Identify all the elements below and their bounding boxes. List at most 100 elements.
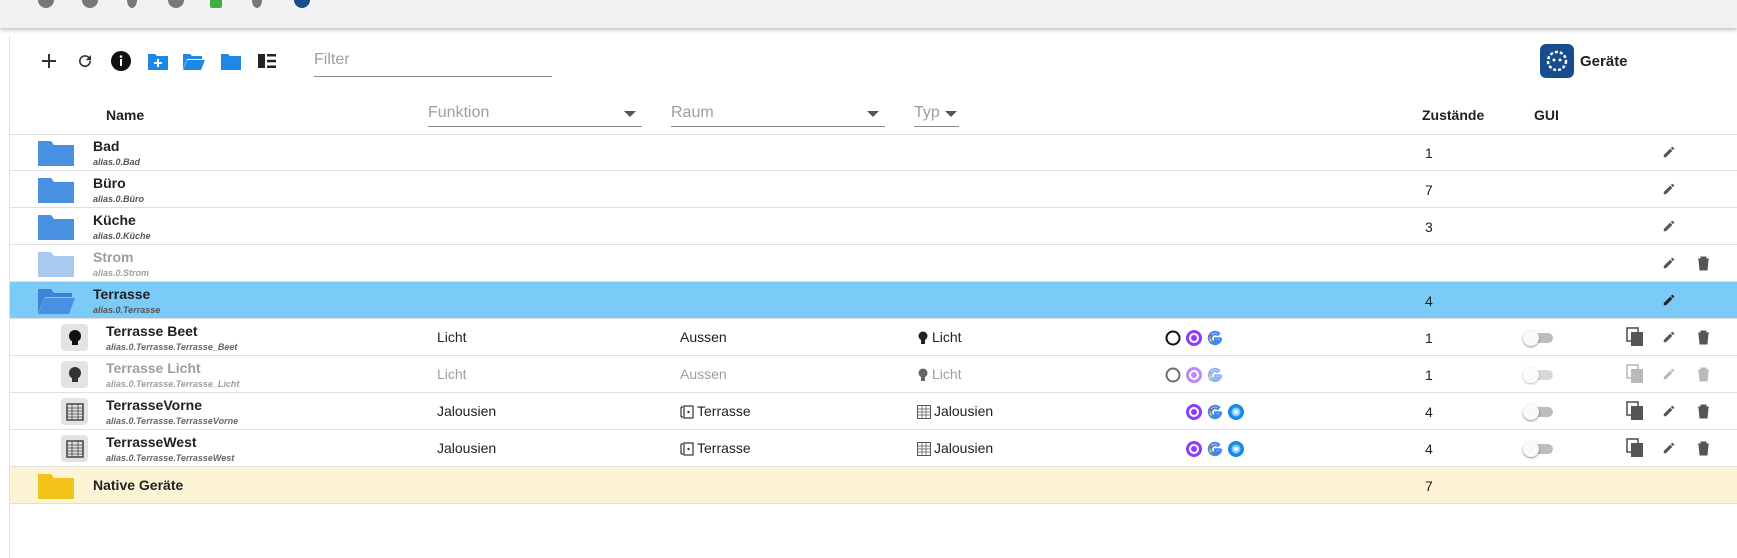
pencil-icon xyxy=(1663,294,1675,306)
alexa-icon[interactable] xyxy=(1186,367,1202,383)
device-row[interactable]: TerrasseWest alias.0.Terrasse.TerrasseWe… xyxy=(10,430,1737,467)
gui-toggle[interactable] xyxy=(1523,441,1555,457)
gui-toggle[interactable] xyxy=(1523,330,1555,346)
edit-button[interactable] xyxy=(1660,180,1678,198)
lightbulb-icon xyxy=(61,361,88,388)
folder-title: Native Geräte xyxy=(93,477,184,493)
refresh-button[interactable] xyxy=(72,48,98,74)
blinds-icon xyxy=(61,398,88,425)
folder-title: Büro xyxy=(93,175,126,191)
folder-row[interactable]: Bad alias.0.Bad 1 xyxy=(10,134,1737,171)
plugin-icon[interactable] xyxy=(210,0,222,8)
material-service-icon[interactable] xyxy=(1228,404,1244,420)
column-zustaende: Zustände xyxy=(1422,107,1485,123)
folder-title: Bad xyxy=(93,138,120,154)
pencil-icon xyxy=(1663,220,1675,232)
device-row[interactable]: Terrasse Beet alias.0.Terrasse.Terrasse_… xyxy=(10,319,1737,356)
alexa-icon[interactable] xyxy=(1186,404,1202,420)
trash-icon xyxy=(1697,367,1709,381)
iobroker-logo-icon xyxy=(294,0,310,8)
edit-button[interactable] xyxy=(1660,328,1678,346)
native-devices-row[interactable]: Native Geräte 7 xyxy=(10,467,1737,504)
folder-id: alias.0.Küche xyxy=(93,231,151,241)
lightbulb-icon xyxy=(918,331,928,345)
folder-add-icon xyxy=(148,54,168,70)
state-count: 1 xyxy=(1425,367,1433,383)
google-icon[interactable] xyxy=(1207,367,1223,383)
funktion-filter-select[interactable]: Funktion xyxy=(428,100,642,127)
edit-button[interactable] xyxy=(1660,291,1678,309)
expert-icon[interactable] xyxy=(252,0,262,8)
info-button[interactable] xyxy=(108,48,134,74)
device-id: alias.0.Terrasse.TerrasseVorne xyxy=(106,416,239,426)
pencil-icon xyxy=(1663,368,1675,380)
plus-icon xyxy=(42,54,56,68)
folder-id: alias.0.Terrasse xyxy=(93,305,161,315)
alexa-icon[interactable] xyxy=(1186,330,1202,346)
device-row[interactable]: TerrasseVorne alias.0.Terrasse.TerrasseV… xyxy=(10,393,1737,430)
google-icon[interactable] xyxy=(1207,330,1223,346)
google-icon[interactable] xyxy=(1207,441,1223,457)
edit-button[interactable] xyxy=(1660,254,1678,272)
voice-assistant-ring-icon[interactable] xyxy=(1165,330,1181,346)
device-typ: Licht xyxy=(932,329,962,345)
lightbulb-icon xyxy=(918,368,928,382)
folder-row[interactable]: Strom alias.0.Strom xyxy=(10,245,1737,282)
expand-all-button[interactable] xyxy=(181,48,207,74)
add-folder-button[interactable] xyxy=(145,48,171,74)
delete-button[interactable] xyxy=(1694,328,1712,346)
material-service-icon[interactable] xyxy=(1228,441,1244,457)
edit-button[interactable] xyxy=(1660,365,1678,383)
device-raum: Terrasse xyxy=(697,403,751,419)
delete-button[interactable] xyxy=(1694,254,1712,272)
settings-icon[interactable] xyxy=(168,0,184,8)
blinds-icon xyxy=(917,442,931,457)
blinds-icon xyxy=(61,435,88,462)
add-device-button[interactable] xyxy=(36,48,62,74)
device-row[interactable]: Terrasse Licht alias.0.Terrasse.Terrasse… xyxy=(10,356,1737,393)
delete-button[interactable] xyxy=(1694,365,1712,383)
wrench-icon[interactable] xyxy=(127,0,137,8)
edit-button[interactable] xyxy=(1660,439,1678,457)
gui-toggle[interactable] xyxy=(1523,367,1555,383)
column-name: Name xyxy=(106,107,145,123)
state-count: 4 xyxy=(1425,404,1433,420)
folder-icon xyxy=(38,474,74,499)
edit-button[interactable] xyxy=(1660,217,1678,235)
folder-row[interactable]: Büro alias.0.Büro 7 xyxy=(10,171,1737,208)
copy-icon xyxy=(1626,438,1643,457)
app-top-bar xyxy=(0,0,1737,28)
gui-toggle[interactable] xyxy=(1523,404,1555,420)
view-toggle-button[interactable] xyxy=(254,48,280,74)
copy-icon xyxy=(1626,327,1643,346)
room-icon xyxy=(680,405,694,419)
filter-input[interactable] xyxy=(314,44,552,77)
typ-filter-select[interactable]: Typ xyxy=(914,100,959,127)
folder-row[interactable]: Küche alias.0.Küche 3 xyxy=(10,208,1737,245)
copy-button[interactable] xyxy=(1626,401,1644,420)
device-funktion: Licht xyxy=(437,366,467,382)
collapse-all-button[interactable] xyxy=(218,48,244,74)
refresh-icon xyxy=(79,55,92,68)
device-funktion: Jalousien xyxy=(437,403,497,419)
edit-button[interactable] xyxy=(1660,143,1678,161)
copy-button[interactable] xyxy=(1626,438,1644,457)
copy-button[interactable] xyxy=(1626,327,1644,346)
edit-button[interactable] xyxy=(1660,402,1678,420)
delete-button[interactable] xyxy=(1694,402,1712,420)
bell-icon[interactable] xyxy=(38,0,54,8)
raum-filter-select[interactable]: Raum xyxy=(671,100,885,127)
copy-button[interactable] xyxy=(1626,364,1644,383)
pencil-icon xyxy=(1663,146,1675,158)
folder-title: Küche xyxy=(93,212,136,228)
folder-row-selected[interactable]: Terrasse alias.0.Terrasse 4 xyxy=(10,282,1737,319)
google-icon[interactable] xyxy=(1207,404,1223,420)
clock-icon[interactable] xyxy=(82,0,98,8)
delete-button[interactable] xyxy=(1694,439,1712,457)
alexa-icon[interactable] xyxy=(1186,441,1202,457)
table-header: Name Funktion Raum Typ Zustände GUI xyxy=(10,96,1737,135)
brand-label: Geräte xyxy=(1580,53,1628,70)
pencil-icon xyxy=(1663,331,1675,343)
copy-icon xyxy=(1626,364,1643,383)
voice-assistant-ring-icon[interactable] xyxy=(1165,367,1181,383)
